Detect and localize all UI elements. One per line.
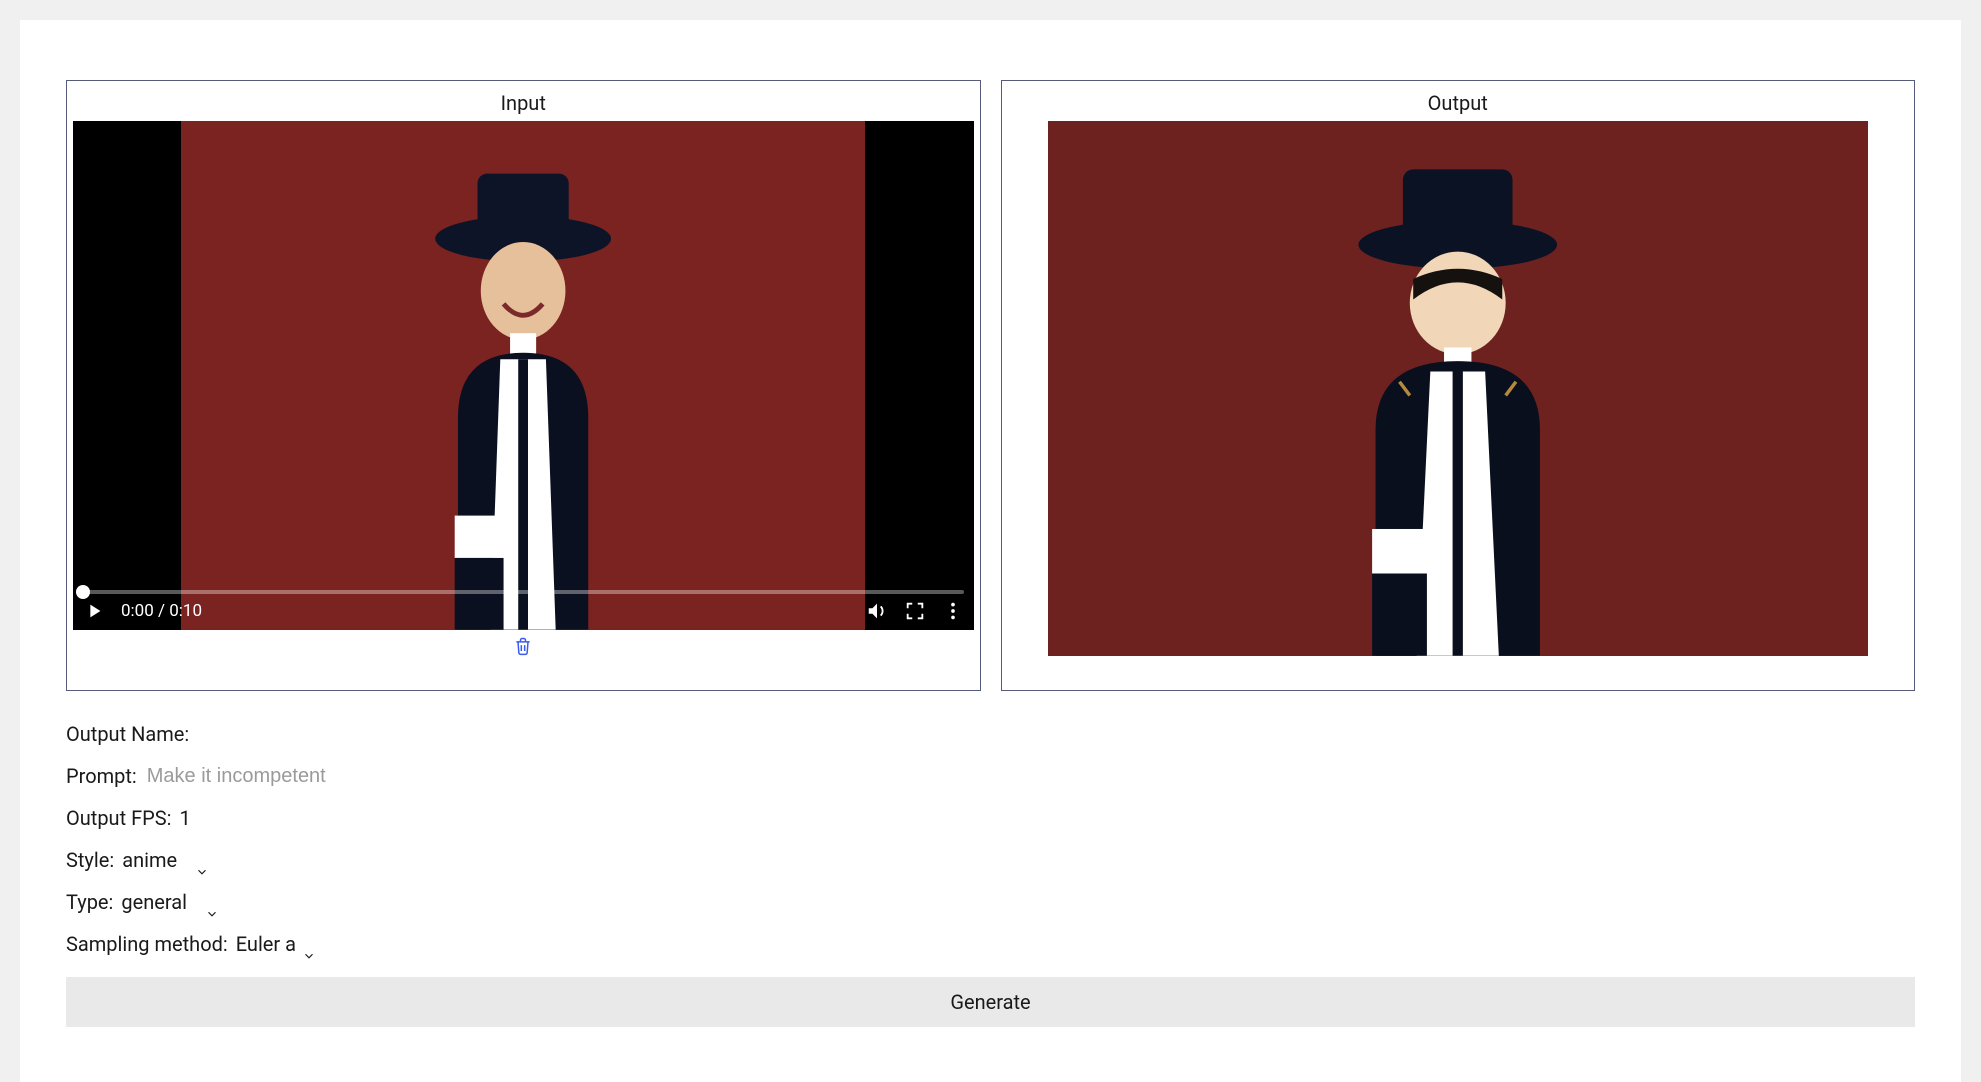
- type-label: Type:: [66, 883, 113, 921]
- input-panel-title: Input: [501, 91, 546, 115]
- sampling-select[interactable]: Euler a: [236, 925, 316, 963]
- generate-button[interactable]: Generate: [66, 977, 1915, 1027]
- type-value: general: [121, 883, 187, 921]
- video-controls: 0:00 / 0:10: [83, 600, 964, 622]
- output-panel: Output: [1001, 80, 1916, 691]
- output-name-input[interactable]: [197, 722, 597, 747]
- prompt-label: Prompt:: [66, 757, 137, 795]
- chevron-down-icon: [195, 853, 209, 867]
- chevron-down-icon: [302, 937, 316, 951]
- style-row: Style: anime: [66, 841, 1915, 879]
- fps-value[interactable]: 1: [179, 799, 190, 837]
- fps-row: Output FPS: 1: [66, 799, 1915, 837]
- output-name-row: Output Name:: [66, 715, 1915, 753]
- prompt-row: Prompt:: [66, 757, 1915, 795]
- prompt-input[interactable]: [145, 764, 545, 789]
- style-select[interactable]: anime: [122, 841, 209, 879]
- fullscreen-icon[interactable]: [904, 600, 926, 622]
- trash-icon[interactable]: [513, 636, 533, 656]
- play-icon[interactable]: [83, 600, 105, 622]
- type-row: Type: general: [66, 883, 1915, 921]
- style-label: Style:: [66, 841, 114, 879]
- input-figure: [316, 141, 730, 630]
- settings-form: Output Name: Prompt: Output FPS: 1 Style…: [66, 715, 1915, 1027]
- video-time-text: 0:00 / 0:10: [121, 601, 202, 621]
- output-name-label: Output Name:: [66, 715, 189, 753]
- chevron-down-icon: [205, 895, 219, 909]
- sampling-label: Sampling method:: [66, 925, 228, 963]
- type-select[interactable]: general: [121, 883, 219, 921]
- volume-icon[interactable]: [866, 600, 888, 622]
- style-value: anime: [122, 841, 177, 879]
- input-actions: [513, 636, 533, 658]
- sampling-row: Sampling method: Euler a: [66, 925, 1915, 963]
- input-stage: [73, 121, 974, 630]
- sampling-value: Euler a: [236, 925, 296, 963]
- output-figure: [1228, 142, 1687, 656]
- fps-label: Output FPS:: [66, 799, 171, 837]
- video-progress[interactable]: [83, 590, 964, 594]
- input-video[interactable]: 0:00 / 0:10: [73, 121, 974, 630]
- input-panel: Input: [66, 80, 981, 691]
- panels-row: Input: [66, 80, 1915, 691]
- output-stage: [1048, 121, 1869, 656]
- output-image[interactable]: [1048, 121, 1869, 656]
- more-icon[interactable]: [942, 600, 964, 622]
- output-panel-title: Output: [1428, 91, 1488, 115]
- app-root: Input: [20, 20, 1961, 1082]
